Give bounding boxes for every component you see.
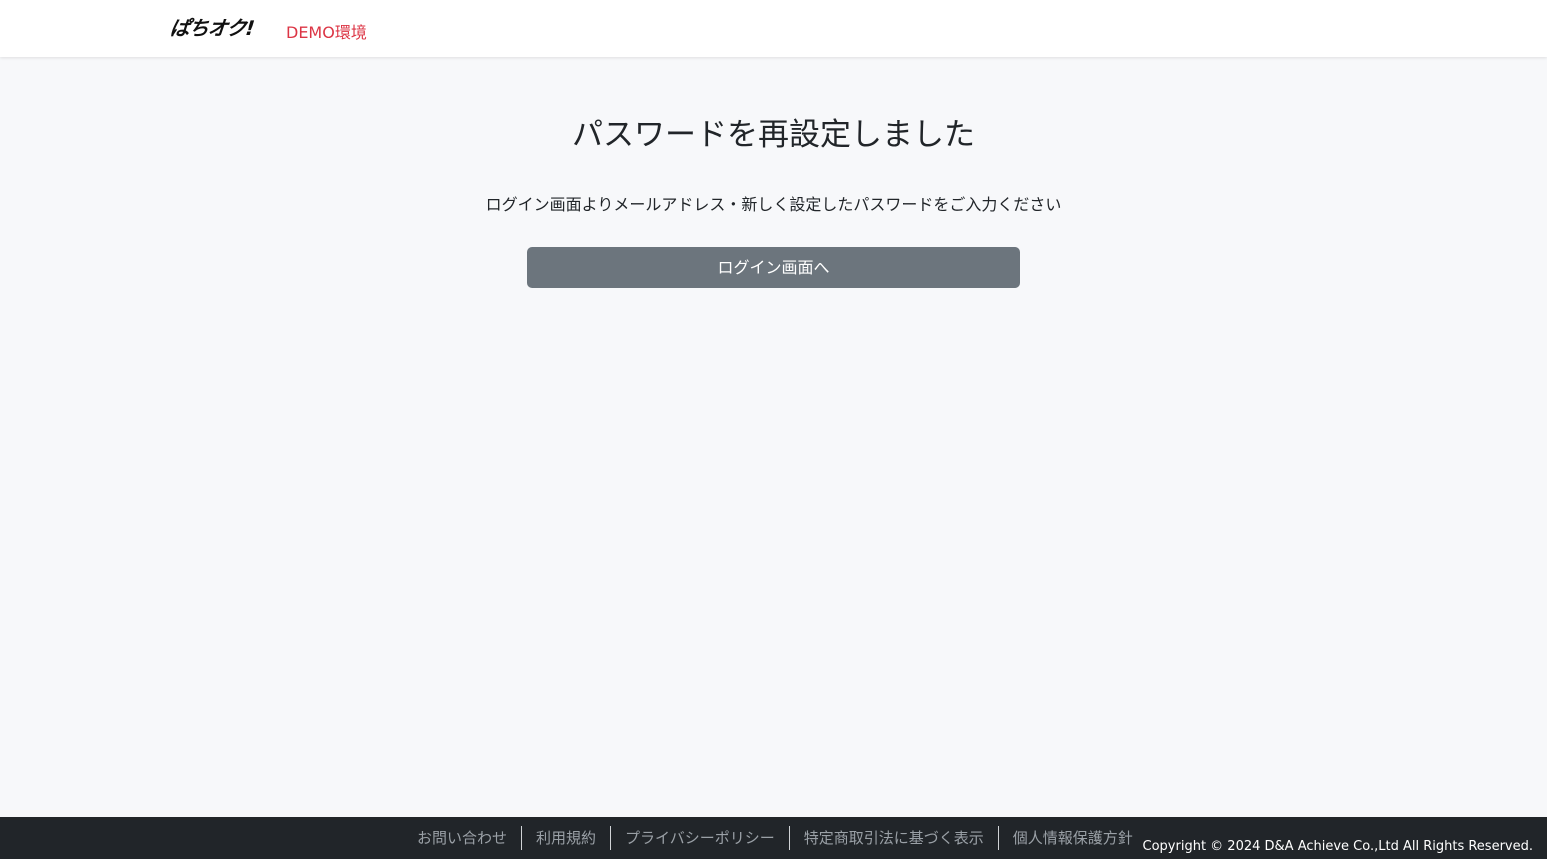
footer-nav: お問い合わせ 利用規約 プライバシーポリシー 特定商取引法に基づく表示 個人情報… xyxy=(403,825,1147,851)
header: ぱちオク! DEMO環境 xyxy=(0,0,1547,57)
instruction-message: ログイン画面よりメールアドレス・新しく設定したパスワードをご入力ください xyxy=(485,195,1062,214)
footer-link-privacy-policy[interactable]: プライバシーポリシー xyxy=(611,826,789,850)
site-logo[interactable]: ぱちオク! xyxy=(169,16,255,40)
copyright-text: Copyright © 2024 D&A Achieve Co.,Ltd All… xyxy=(1142,839,1533,854)
footer-link-commercial-law[interactable]: 特定商取引法に基づく表示 xyxy=(790,826,998,850)
main-content: パスワードを再設定しました ログイン画面よりメールアドレス・新しく設定したパスワ… xyxy=(0,57,1547,817)
footer-link-terms[interactable]: 利用規約 xyxy=(522,826,610,850)
footer-link-contact[interactable]: お問い合わせ xyxy=(403,826,521,850)
footer: お問い合わせ 利用規約 プライバシーポリシー 特定商取引法に基づく表示 個人情報… xyxy=(0,817,1547,859)
page-title: パスワードを再設定しました xyxy=(572,117,975,153)
environment-label: DEMO環境 xyxy=(286,23,367,42)
footer-link-personal-info-policy[interactable]: 個人情報保護方針 xyxy=(999,826,1147,850)
go-to-login-button[interactable]: ログイン画面へ xyxy=(527,247,1020,288)
page: ぱちオク! DEMO環境 パスワードを再設定しました ログイン画面よりメールアド… xyxy=(0,0,1547,859)
